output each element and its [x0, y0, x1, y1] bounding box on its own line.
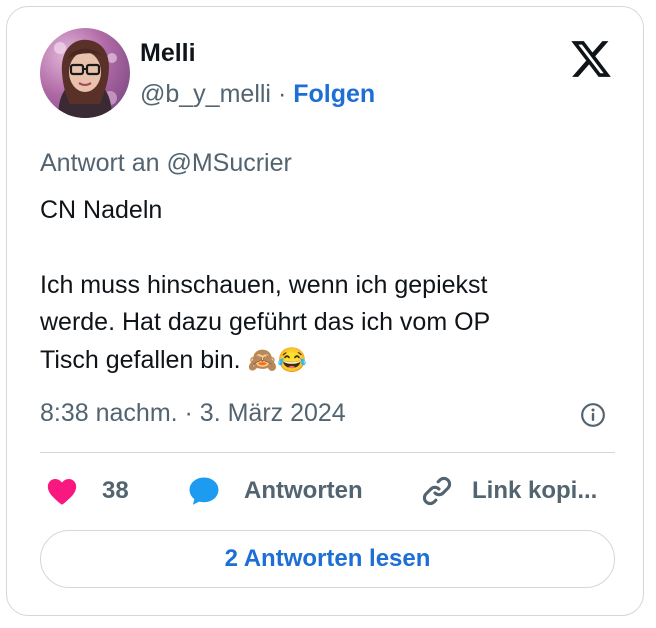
reply-bubble-icon [189, 477, 219, 505]
like-count: 38 [102, 477, 129, 504]
divider [40, 452, 615, 453]
link-icon [422, 476, 452, 506]
heart-icon [47, 478, 77, 505]
follow-button[interactable]: Folgen [293, 80, 375, 108]
tweet-text-line-3: werde. Hat dazu geführt das ich vom OP [40, 308, 491, 336]
read-replies-button[interactable]: 2 Antworten lesen [40, 530, 615, 588]
author-handle-row: @b_y_melli · Folgen [140, 80, 375, 109]
author-name[interactable]: Melli [140, 39, 196, 68]
tweet-text-line-4-row: Tisch gefallen bin. 🙈😂 [40, 345, 307, 376]
tweet-text-line-1: CN Nadeln [40, 196, 163, 224]
reply-label: Antworten [244, 477, 363, 504]
author-handle[interactable]: @b_y_melli [140, 80, 271, 108]
info-icon[interactable] [580, 402, 606, 428]
laughing-emoji: 😂 [277, 347, 308, 374]
reply-to-label[interactable]: Antwort an @MSucrier [40, 149, 292, 178]
tweet-text-line-4: Tisch gefallen bin. [40, 346, 241, 374]
tweet-card: Melli @b_y_melli · Folgen Antwort an @MS… [6, 6, 644, 616]
copy-link-label: Link kopi... [472, 477, 598, 504]
like-button[interactable]: 38 [44, 474, 129, 508]
handle-separator: · [277, 80, 287, 108]
reply-button[interactable]: Antworten [185, 474, 363, 508]
read-replies-label: 2 Antworten lesen [224, 545, 431, 572]
tweet-text-line-2: Ich muss hinschauen, wenn ich gepiekst [40, 271, 488, 299]
monkey-emoji: 🙈 [247, 347, 278, 374]
tweet-timestamp[interactable]: 8:38 nachm. · 3. März 2024 [40, 399, 346, 428]
copy-link-button[interactable]: Link kopi... [419, 474, 597, 508]
x-logo-icon[interactable] [569, 37, 613, 81]
avatar[interactable] [40, 28, 130, 118]
avatar-image [54, 39, 117, 118]
